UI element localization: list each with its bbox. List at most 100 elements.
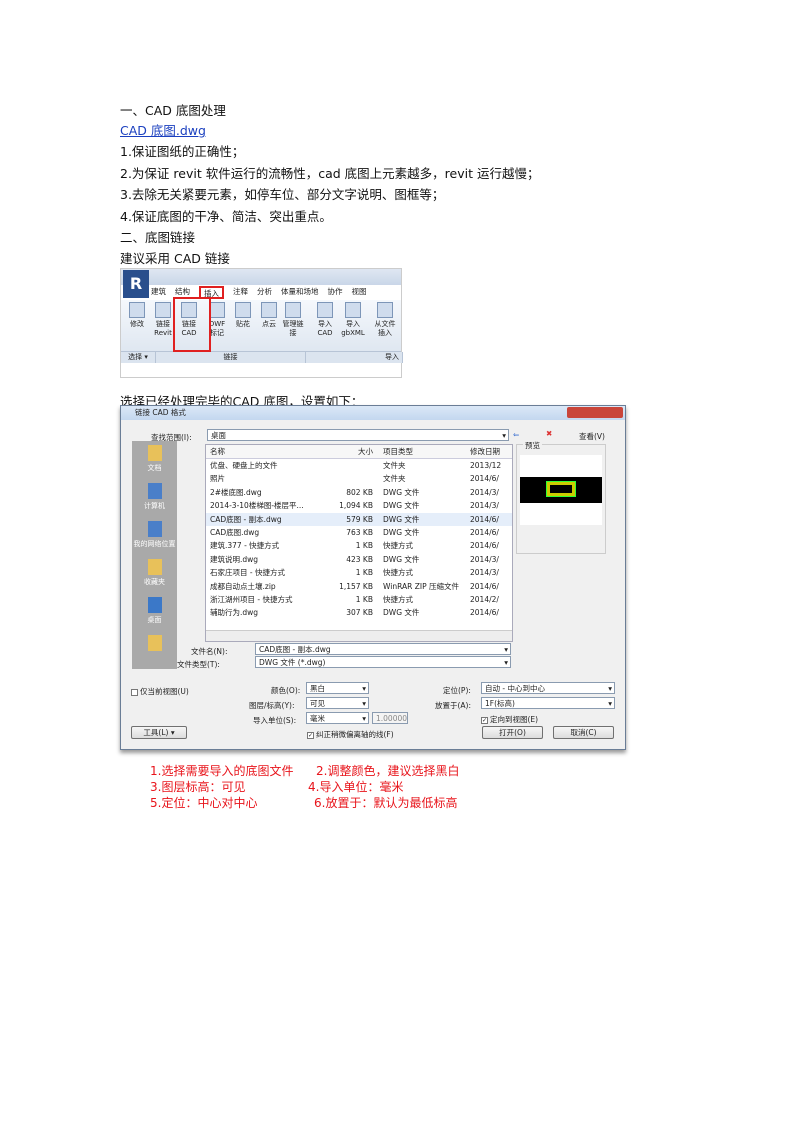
file-cell: 763 KB bbox=[346, 527, 373, 537]
file-row[interactable]: 石家庄项目 - 快捷方式 1 KB 快捷方式 2014/3/ bbox=[206, 566, 512, 579]
ribbon-button-label: 导入 CAD bbox=[317, 320, 333, 337]
paragraph-line: 建议采用 CAD 链接 bbox=[120, 251, 230, 266]
column-header-0[interactable]: 名称 bbox=[206, 445, 321, 458]
ribbon-button-7[interactable]: 导入 CAD bbox=[313, 302, 337, 338]
filetype-value: DWG 文件 (*.dwg) bbox=[259, 658, 326, 667]
file-cell: 307 KB bbox=[346, 608, 373, 618]
back-icon[interactable]: ⇐ bbox=[513, 430, 519, 439]
chevron-down-icon: ▾ bbox=[608, 699, 612, 708]
ribbon-button-1[interactable]: 链接 Revit bbox=[151, 302, 175, 338]
place-3[interactable]: 收藏夹 bbox=[132, 555, 177, 593]
chevron-down-icon: ▾ bbox=[362, 684, 366, 693]
file-row[interactable]: 浙江湖州项目 - 快捷方式 1 KB 快捷方式 2014/2/ bbox=[206, 593, 512, 606]
tools-button[interactable]: 工具(L) ▾ bbox=[131, 726, 187, 739]
computer-icon bbox=[147, 483, 162, 499]
file-cell: WinRAR ZIP 压缩文件 bbox=[383, 581, 459, 591]
file-cell: 2014/6/ bbox=[470, 514, 499, 524]
place-0[interactable]: 文档 bbox=[132, 441, 177, 479]
tab-7[interactable]: 视图 bbox=[352, 286, 367, 299]
file-row[interactable]: 成都自动点土壤.zip 1,157 KB WinRAR ZIP 压缩文件 2014/6… bbox=[206, 580, 512, 593]
orient-checkbox[interactable]: ✓ 定向到视图(E) bbox=[481, 714, 538, 725]
tab-0[interactable]: 建筑 bbox=[151, 286, 166, 299]
file-cell: 优盘、硬盘上的文件 bbox=[210, 461, 278, 470]
tab-3[interactable]: 注释 bbox=[233, 286, 248, 299]
file-cell: 辅助行为.dwg bbox=[210, 608, 259, 618]
tab-5[interactable]: 体量和场地 bbox=[281, 286, 319, 299]
units-select[interactable]: 毫米 ▾ bbox=[306, 712, 369, 724]
file-cell: 快捷方式 bbox=[383, 594, 413, 604]
file-cell: DWG 文件 bbox=[383, 527, 420, 537]
file-cell bbox=[321, 459, 379, 472]
file-row[interactable]: 2014-3-10楼梯图-楼层平... 1,094 KB DWG 文件 2014/3/ bbox=[206, 499, 512, 512]
quick-access-toolbar bbox=[121, 269, 401, 285]
filename-input[interactable]: CAD底图 - 副本.dwg ▾ bbox=[255, 643, 511, 655]
place-2[interactable]: 我的网络位置 bbox=[132, 517, 177, 555]
panel-select[interactable]: 选择 ▾ bbox=[121, 352, 156, 363]
place-at-select[interactable]: 1F(标高) ▾ bbox=[481, 697, 615, 709]
folder-icon bbox=[147, 559, 162, 575]
file-row[interactable]: 建筑说明.dwg 423 KB DWG 文件 2014/3/ bbox=[206, 553, 512, 566]
network-icon bbox=[147, 521, 162, 537]
cancel-button[interactable]: 取消(C) bbox=[553, 726, 614, 739]
file-cell: 2014/6/ bbox=[470, 527, 499, 537]
ribbon-button-0[interactable]: 修改 bbox=[125, 302, 149, 329]
open-button[interactable]: 打开(O) bbox=[482, 726, 543, 739]
file-cell: 1,094 KB bbox=[339, 501, 373, 511]
file-row[interactable]: 照片 文件夹 2014/6/ bbox=[206, 472, 512, 485]
correct-lines-checkbox[interactable]: ✓ 纠正稍微偏离轴的线(F) bbox=[307, 729, 394, 740]
paragraph-line: 1.保证图纸的正确性； bbox=[120, 144, 245, 159]
file-cell: 文件夹 bbox=[383, 461, 406, 470]
tab-6[interactable]: 协作 bbox=[328, 286, 343, 299]
color-select[interactable]: 黑白 ▾ bbox=[306, 682, 369, 694]
file-row[interactable]: 2#楼底图.dwg 802 KB DWG 文件 2014/3/ bbox=[206, 486, 512, 499]
tab-4[interactable]: 分析 bbox=[257, 286, 272, 299]
column-header-1[interactable]: 大小 bbox=[321, 445, 379, 458]
file-row[interactable]: 建筑.377 - 快捷方式 1 KB 快捷方式 2014/6/ bbox=[206, 539, 512, 552]
button-icon bbox=[317, 302, 333, 318]
scale-input[interactable]: 1.000000 bbox=[372, 712, 408, 724]
ribbon-button-4[interactable]: 贴花 bbox=[231, 302, 255, 329]
file-cell: 2014/6/ bbox=[470, 541, 499, 551]
views-button[interactable]: 查看(V) bbox=[579, 431, 605, 442]
ribbon-button-6[interactable]: 管理链接 bbox=[281, 302, 305, 338]
file-cell: 2014/6/ bbox=[470, 581, 499, 591]
file-cell: 石家庄项目 - 快捷方式 bbox=[210, 568, 285, 578]
color-value: 黑白 bbox=[310, 684, 325, 693]
ribbon-button-label: 点云 bbox=[262, 320, 276, 328]
place-1[interactable]: 计算机 bbox=[132, 479, 177, 517]
layers-value: 可见 bbox=[310, 699, 325, 708]
cad-file-link[interactable]: CAD 底图.dwg bbox=[120, 120, 206, 139]
file-cell: 建筑说明.dwg bbox=[210, 554, 259, 564]
place-4[interactable]: 桌面 bbox=[132, 593, 177, 631]
place-5[interactable] bbox=[132, 631, 177, 669]
file-row[interactable]: CAD底图 - 副本.dwg 579 KB DWG 文件 2014/6/ bbox=[206, 512, 512, 526]
horizontal-scrollbar[interactable] bbox=[206, 630, 512, 641]
ribbon-button-8[interactable]: 导入 gbXML bbox=[341, 302, 365, 338]
file-cell: 579 KB bbox=[346, 514, 373, 524]
button-icon bbox=[235, 302, 251, 318]
file-cell: 建筑.377 - 快捷方式 bbox=[210, 541, 280, 551]
filetype-label: 文件类型(T): bbox=[177, 660, 220, 669]
chevron-down-icon: ▾ bbox=[608, 684, 612, 693]
filetype-select[interactable]: DWG 文件 (*.dwg) ▾ bbox=[255, 656, 511, 668]
file-list[interactable]: 名称 大小 项目类型 修改日期 优盘、硬盘上的文件 文件夹 2013/12 照片 文件夹 201… bbox=[205, 444, 513, 642]
layers-select[interactable]: 可见 ▾ bbox=[306, 697, 369, 709]
ribbon-button-label: 链接 Revit bbox=[154, 320, 172, 337]
file-cell: 文件夹 bbox=[383, 474, 406, 484]
column-header-3[interactable]: 修改日期 bbox=[467, 445, 512, 458]
position-select[interactable]: 自动 - 中心到中心 ▾ bbox=[481, 682, 615, 694]
file-row[interactable]: 优盘、硬盘上的文件 文件夹 2013/12 bbox=[206, 459, 512, 472]
file-cell: DWG 文件 bbox=[383, 554, 420, 564]
section-heading: 一、CAD 底图处理 bbox=[120, 103, 226, 118]
look-in-select[interactable]: 桌面 ▾ bbox=[207, 429, 509, 441]
file-cell: 照片 bbox=[210, 474, 225, 484]
ribbon-button-9[interactable]: 从文件插入 bbox=[373, 302, 397, 338]
file-row[interactable]: CAD底图.dwg 763 KB DWG 文件 2014/6/ bbox=[206, 526, 512, 539]
current-view-only-checkbox[interactable]: 仅当前视图(U) bbox=[131, 686, 189, 697]
file-row[interactable]: 辅助行为.dwg 307 KB DWG 文件 2014/6/ bbox=[206, 606, 512, 619]
column-header-2[interactable]: 项目类型 bbox=[379, 445, 467, 458]
close-button[interactable] bbox=[567, 407, 623, 418]
delete-icon[interactable]: ✖ bbox=[546, 429, 552, 438]
ribbon-button-5[interactable]: 点云 bbox=[257, 302, 281, 329]
folder-icon bbox=[147, 635, 162, 651]
